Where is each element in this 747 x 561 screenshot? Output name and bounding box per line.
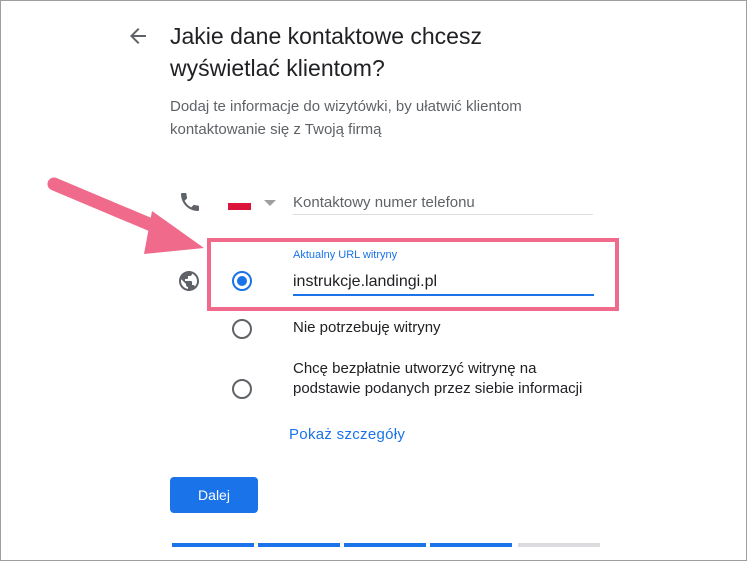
progress-step-3 [344,543,426,547]
progress-step-1 [172,543,254,547]
radio-create-website[interactable] [232,379,252,399]
poland-flag-icon [228,196,251,210]
annotation-arrow-icon [47,177,204,254]
website-url-input[interactable] [293,270,594,296]
url-field-label: Aktualny URL witryny [293,249,398,261]
radio-current-url[interactable] [232,271,252,291]
next-button[interactable]: Dalej [170,477,258,513]
no-website-label[interactable]: Nie potrzebuję witryny [293,318,441,338]
progress-step-5 [518,543,600,547]
phone-number-input[interactable] [293,190,593,215]
back-arrow-icon[interactable] [126,24,150,48]
progress-step-2 [258,543,340,547]
dropdown-caret-icon [264,200,276,206]
globe-icon [179,271,199,291]
country-code-select[interactable] [228,196,280,210]
create-website-label[interactable]: Chcę bezpłatnie utworzyć witrynę na pods… [293,359,583,399]
radio-no-website[interactable] [232,319,252,339]
show-details-link[interactable]: Pokaż szczegóły [289,426,405,443]
progress-bar [172,543,600,547]
page-subtitle: Dodaj te informacje do wizytówki, by uła… [170,98,522,138]
progress-step-4 [430,543,512,547]
page-title: Jakie dane kontaktowe chcesz wyświetlać … [170,23,482,81]
